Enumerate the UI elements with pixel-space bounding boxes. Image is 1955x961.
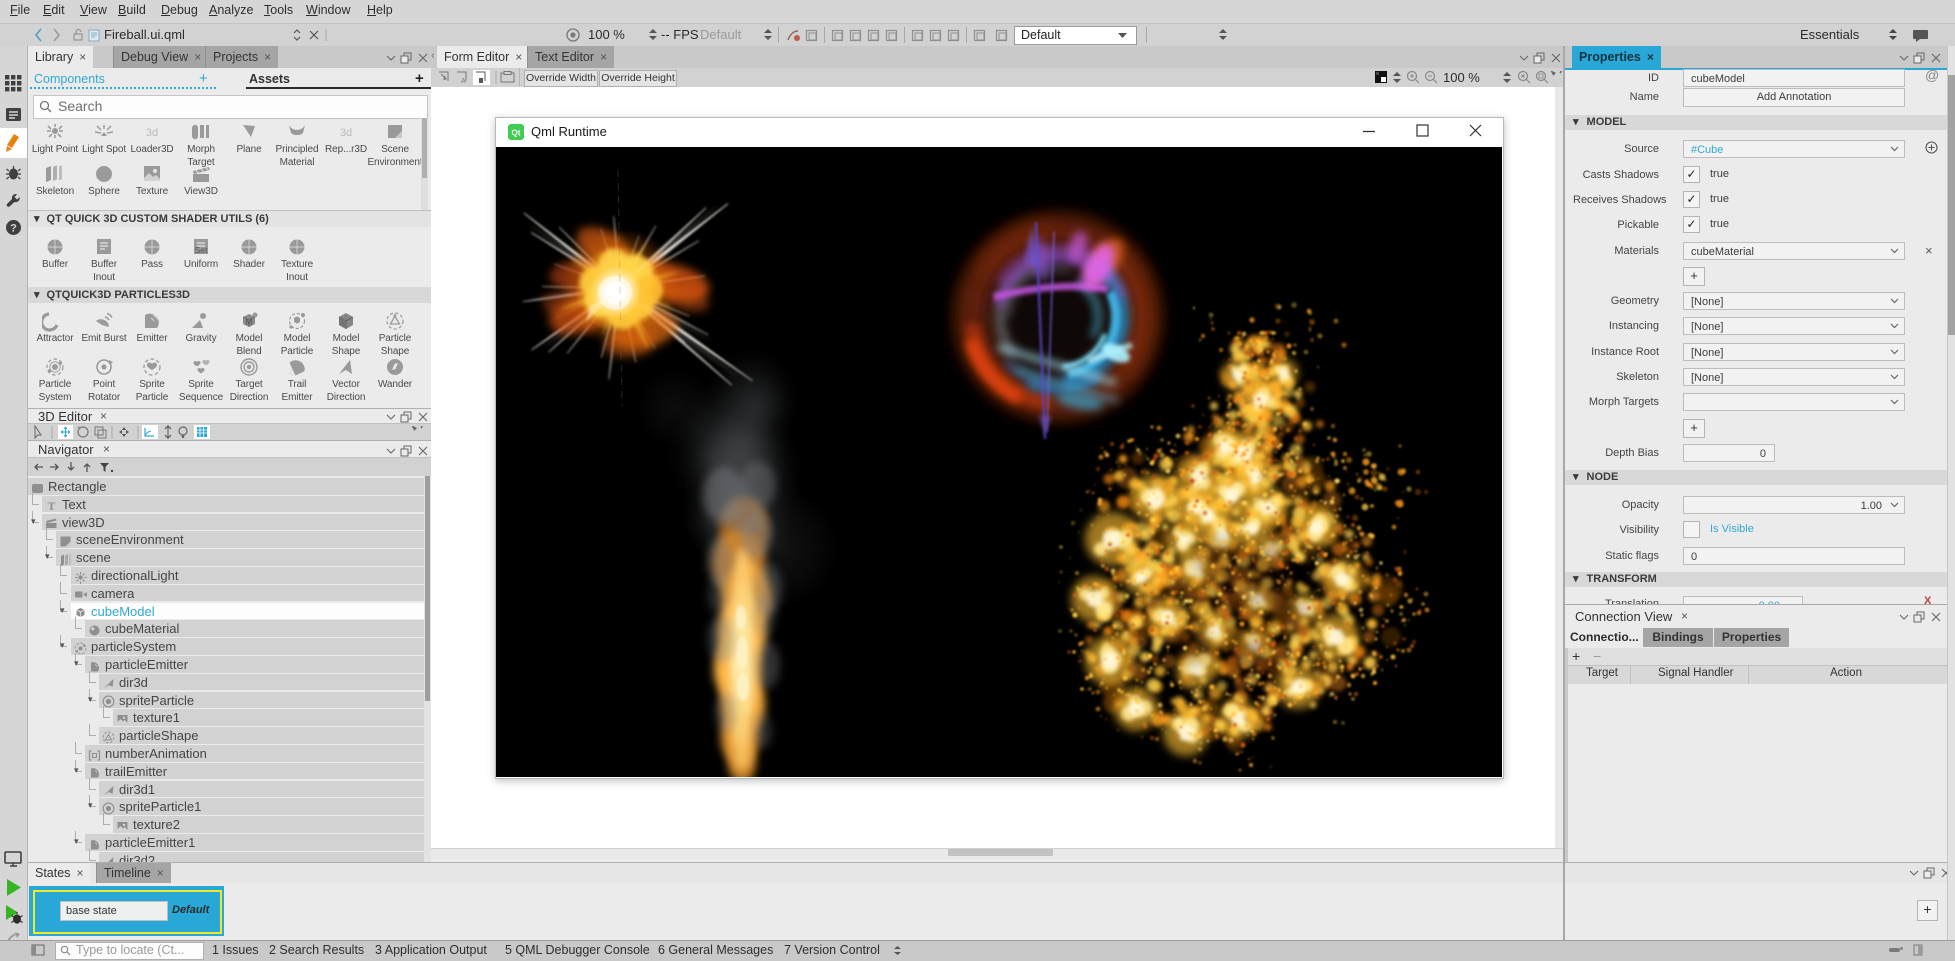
- svg-text:T: T: [47, 499, 55, 512]
- svg-text:?: ?: [10, 223, 17, 235]
- svg-text:A: A: [461, 78, 466, 85]
- svg-text:M: M: [246, 318, 253, 327]
- svg-text:3d: 3d: [340, 127, 352, 139]
- svg-text:Set: Set: [195, 245, 208, 255]
- svg-text:Qt: Qt: [512, 129, 521, 138]
- svg-text:3d: 3d: [146, 127, 158, 139]
